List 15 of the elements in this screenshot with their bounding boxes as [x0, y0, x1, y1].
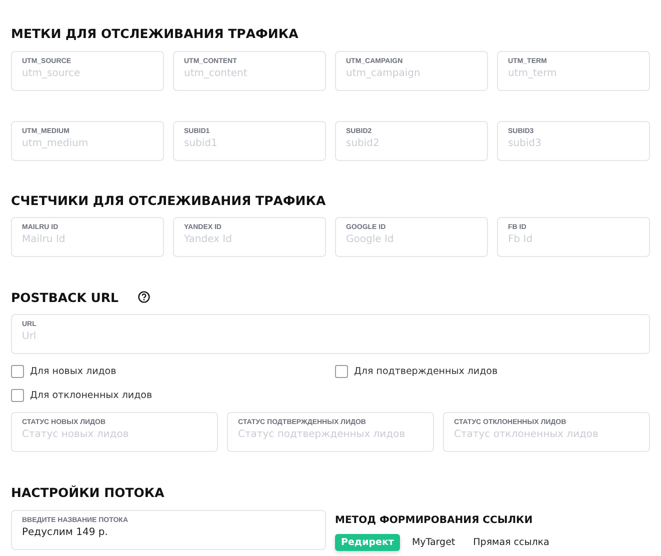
checkbox-label: Для подтвержденных лидов	[354, 366, 498, 377]
checkbox-label: Для отклоненных лидов	[30, 390, 152, 401]
checkbox[interactable]	[11, 365, 24, 378]
section-subtitle: МЕТОД ФОРМИРОВАНИЯ ССЫЛКИ	[335, 515, 534, 526]
section-title: МЕТКИ ДЛЯ ОТСЛЕЖИВАНИЯ ТРАФИКА	[11, 26, 298, 41]
checkbox-label: Для новых лидов	[30, 366, 116, 377]
section-title: СЧЕТЧИКИ ДЛЯ ОТСЛЕЖИВАНИЯ ТРАФИКА	[11, 193, 326, 208]
section-title: POSTBACK URL	[11, 290, 118, 305]
section-title: НАСТРОЙКИ ПОТОКА	[11, 485, 164, 500]
help-icon[interactable]	[138, 290, 150, 302]
checkbox[interactable]	[335, 365, 348, 378]
link-method-tab[interactable]: MyTarget	[406, 534, 462, 551]
checkbox[interactable]	[11, 389, 24, 402]
text-input[interactable]: Редуслим 149 р.	[22, 527, 315, 538]
link-method-tab[interactable]: Прямая ссылка	[467, 534, 556, 551]
